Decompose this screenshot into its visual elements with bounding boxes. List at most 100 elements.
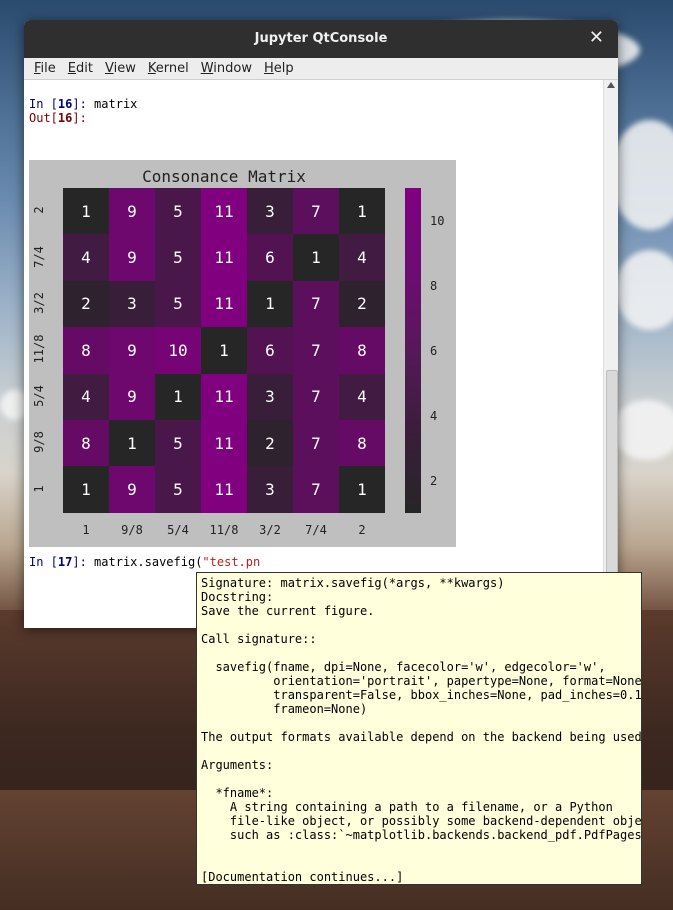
calltip-line: Arguments: — [201, 758, 274, 772]
heatmap-cell: 7 — [293, 466, 339, 513]
colorbar-tick-label: 4 — [430, 408, 438, 423]
menu-edit[interactable]: Edit — [62, 61, 99, 76]
heatmap-cell: 4 — [339, 373, 385, 420]
heatmap-cell: 1 — [109, 420, 155, 467]
x-tick-label: 3/2 — [259, 523, 281, 537]
x-tick-label: 11/8 — [209, 523, 239, 537]
string-literal: "test.pn — [202, 555, 261, 569]
colorbar-tick-label: 6 — [430, 343, 438, 358]
heatmap-cell: 1 — [63, 188, 109, 235]
menu-mnemonic: H — [263, 61, 274, 76]
scroll-up-icon[interactable] — [607, 82, 615, 88]
heatmap-cell: 8 — [339, 327, 385, 374]
heatmap-cell: 5 — [155, 280, 201, 328]
colorbar — [405, 188, 421, 513]
menu-view[interactable]: View — [99, 61, 142, 76]
cloud — [610, 120, 673, 230]
code-text: matrix — [94, 97, 138, 111]
menu-mnemonic: W — [200, 61, 214, 76]
heatmap-cell: 5 — [155, 466, 201, 513]
calltip-line: file-like object, or possibly some backe… — [201, 814, 642, 828]
prompt-text: Out[ — [29, 111, 58, 125]
heatmap-cell: 4 — [63, 234, 109, 281]
calltip-line: Signature: matrix.savefig(*args, **kwarg… — [201, 576, 505, 590]
calltip-line: The output formats available depend on t… — [201, 730, 642, 744]
heatmap-cell: 11 — [201, 280, 247, 328]
menu-file[interactable]: File — [28, 61, 62, 76]
close-icon[interactable]: ✕ — [589, 27, 604, 48]
heatmap-cell: 5 — [155, 234, 201, 281]
heatmap-cell: 2 — [63, 280, 109, 328]
heatmap-cell: 1 — [63, 466, 109, 513]
heatmap-cell: 9 — [109, 327, 155, 374]
heatmap-cell: 11 — [201, 188, 247, 235]
calltip-line: Save the current figure. — [201, 604, 375, 618]
heatmap-cell: 9 — [109, 373, 155, 420]
prompt-number: 16 — [57, 111, 73, 125]
heatmap-cell: 9 — [109, 188, 155, 235]
x-tick-label: 1 — [82, 523, 90, 537]
calltip-line: *fname*: — [201, 786, 274, 800]
heatmap-cell: 3 — [109, 280, 155, 328]
calltip-line: [Documentation continues...] — [201, 870, 404, 884]
input-prompt: In [16]: — [29, 97, 94, 111]
calltip-line — [201, 856, 637, 870]
heatmap-cell: 7 — [293, 327, 339, 374]
heatmap-cell: 8 — [63, 420, 109, 467]
window-title: Jupyter QtConsole — [254, 31, 388, 46]
cell-17-input[interactable]: In [17]: matrix.savefig("test.pn — [29, 555, 260, 569]
heatmap-cell: 9 — [109, 466, 155, 513]
heatmap-cell: 6 — [247, 234, 293, 281]
heatmap-cell: 4 — [339, 234, 385, 281]
x-tick-label: 9/8 — [121, 523, 143, 537]
heatmap-cell: 1 — [247, 280, 293, 328]
heatmap-cell: 11 — [201, 420, 247, 467]
y-tick-label: 11/8 — [32, 334, 46, 364]
heatmap-cell: 8 — [339, 420, 385, 467]
heatmap-cell: 7 — [293, 280, 339, 328]
x-tick-label: 5/4 — [167, 523, 189, 537]
calltip-line — [201, 842, 637, 856]
calltip-popup: Signature: matrix.savefig(*args, **kwarg… — [196, 572, 642, 885]
calltip-line — [201, 772, 637, 786]
qtconsole-window: Jupyter QtConsole ✕ File Edit View Kernel Wi… — [24, 20, 618, 628]
calltip-line: savefig(fname, dpi=None, facecolor='w', … — [201, 660, 606, 674]
prompt-text: In [ — [29, 97, 58, 111]
console-area[interactable]: In [16]: matrix Out[16]: Consonance Matr… — [24, 80, 604, 628]
calltip-line — [201, 618, 637, 632]
prompt-text: ]: — [72, 555, 95, 569]
prompt-number: 16 — [57, 97, 73, 111]
y-tick-label: 7/4 — [32, 245, 46, 268]
input-prompt: In [17]: — [29, 555, 94, 569]
calltip-line — [201, 744, 637, 758]
chart-title: Consonance Matrix — [142, 167, 306, 186]
calltip-line — [201, 646, 637, 660]
menu-mnemonic: K — [147, 61, 156, 76]
colorbar-tick-label: 2 — [430, 473, 438, 488]
heatmap-cell: 5 — [155, 420, 201, 467]
code-text: matrix.savefig( — [94, 555, 203, 569]
cell-16-output: Out[16]: — [29, 111, 87, 125]
menu-mnemonic: F — [34, 61, 41, 76]
heatmap-figure: Consonance Matrix 1 9 5 11 3 7 1 4 9 5 11 6 1 4 2 3 5 11 1… — [29, 160, 456, 547]
vertical-scrollbar[interactable] — [603, 80, 618, 628]
heatmap-cell: 7 — [293, 188, 339, 235]
calltip-line: frameon=None) — [201, 702, 368, 716]
title-bar[interactable]: Jupyter QtConsole ✕ — [24, 20, 618, 58]
colorbar-tick-label: 8 — [430, 278, 438, 293]
heatmap-cell: 11 — [201, 234, 247, 281]
menu-kernel[interactable]: Kernel — [142, 61, 195, 76]
menu-help[interactable]: Help — [258, 61, 300, 76]
prompt-text: In [ — [29, 555, 58, 569]
heatmap-cell: 7 — [293, 420, 339, 467]
heatmap-cell: 11 — [201, 466, 247, 513]
heatmap-cell: 2 — [339, 280, 385, 328]
cell-16-input: In [16]: matrix — [29, 97, 137, 111]
prompt-text: ]: — [72, 97, 95, 111]
heatmap-cell: 8 — [63, 327, 109, 374]
heatmap-cell: 9 — [109, 234, 155, 281]
heatmap-cell: 3 — [247, 188, 293, 235]
heatmap-cell: 5 — [155, 188, 201, 235]
menu-window[interactable]: Window — [195, 61, 258, 76]
menu-mnemonic: V — [104, 61, 114, 76]
